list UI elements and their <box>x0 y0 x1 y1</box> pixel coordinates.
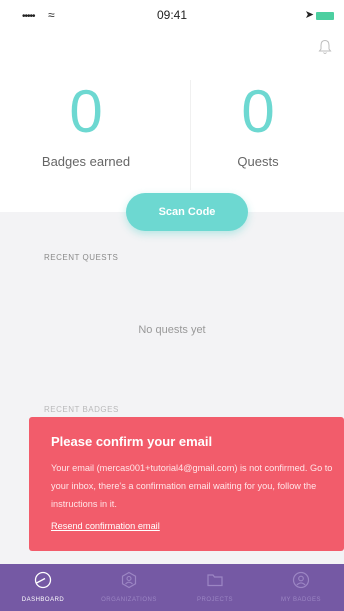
dashboard-icon <box>34 571 52 589</box>
badges-label: Badges earned <box>41 154 131 169</box>
resend-confirmation-link[interactable]: Resend confirmation email <box>51 521 160 531</box>
tab-label: DASHBOARD <box>21 597 65 603</box>
tab-organizations[interactable]: ORGANIZATIONS <box>86 564 172 611</box>
alert-title: Please confirm your email <box>51 434 213 449</box>
location-icon: ➤ <box>304 9 314 21</box>
recent-badges-title: RECENT BADGES <box>44 405 119 414</box>
badges-stat[interactable]: 0 Badges earned <box>0 70 172 170</box>
tab-dashboard[interactable]: DASHBOARD <box>0 564 86 611</box>
tab-label: MY BADGES <box>280 597 322 603</box>
tab-my-badges[interactable]: MY BADGES <box>258 564 344 611</box>
alert-message: Your email (mercas001+tutorial4@gmail.co… <box>51 463 333 509</box>
recent-quests-title: RECENT QUESTS <box>44 253 119 262</box>
notification-bell-icon[interactable] <box>318 39 332 55</box>
stats-panel: 0 Badges earned 0 Quests <box>0 70 344 210</box>
projects-icon <box>206 571 224 589</box>
quests-stat[interactable]: 0 Quests <box>172 70 344 170</box>
bottom-tab-bar: DASHBOARD ORGANIZATIONS PROJECTS MY BADG… <box>0 564 344 611</box>
tab-label: ORGANIZATIONS <box>101 597 157 603</box>
badges-icon <box>292 571 310 589</box>
quests-count: 0 <box>241 78 275 145</box>
badges-count: 0 <box>69 78 103 145</box>
tab-label: PROJECTS <box>196 597 233 603</box>
scan-code-button[interactable]: Scan Code <box>126 193 248 231</box>
tab-projects[interactable]: PROJECTS <box>172 564 258 611</box>
stats-divider <box>190 80 191 190</box>
battery-icon <box>316 12 334 20</box>
email-confirmation-alert: Please confirm your email Your email (me… <box>29 417 344 551</box>
no-quests-message: No quests yet <box>138 324 206 336</box>
clock: 09:41 <box>156 8 188 22</box>
organizations-icon <box>120 571 138 589</box>
quests-label: Quests <box>237 154 279 169</box>
status-bar: ••••• ≈ 09:41 ➤ <box>0 0 344 34</box>
